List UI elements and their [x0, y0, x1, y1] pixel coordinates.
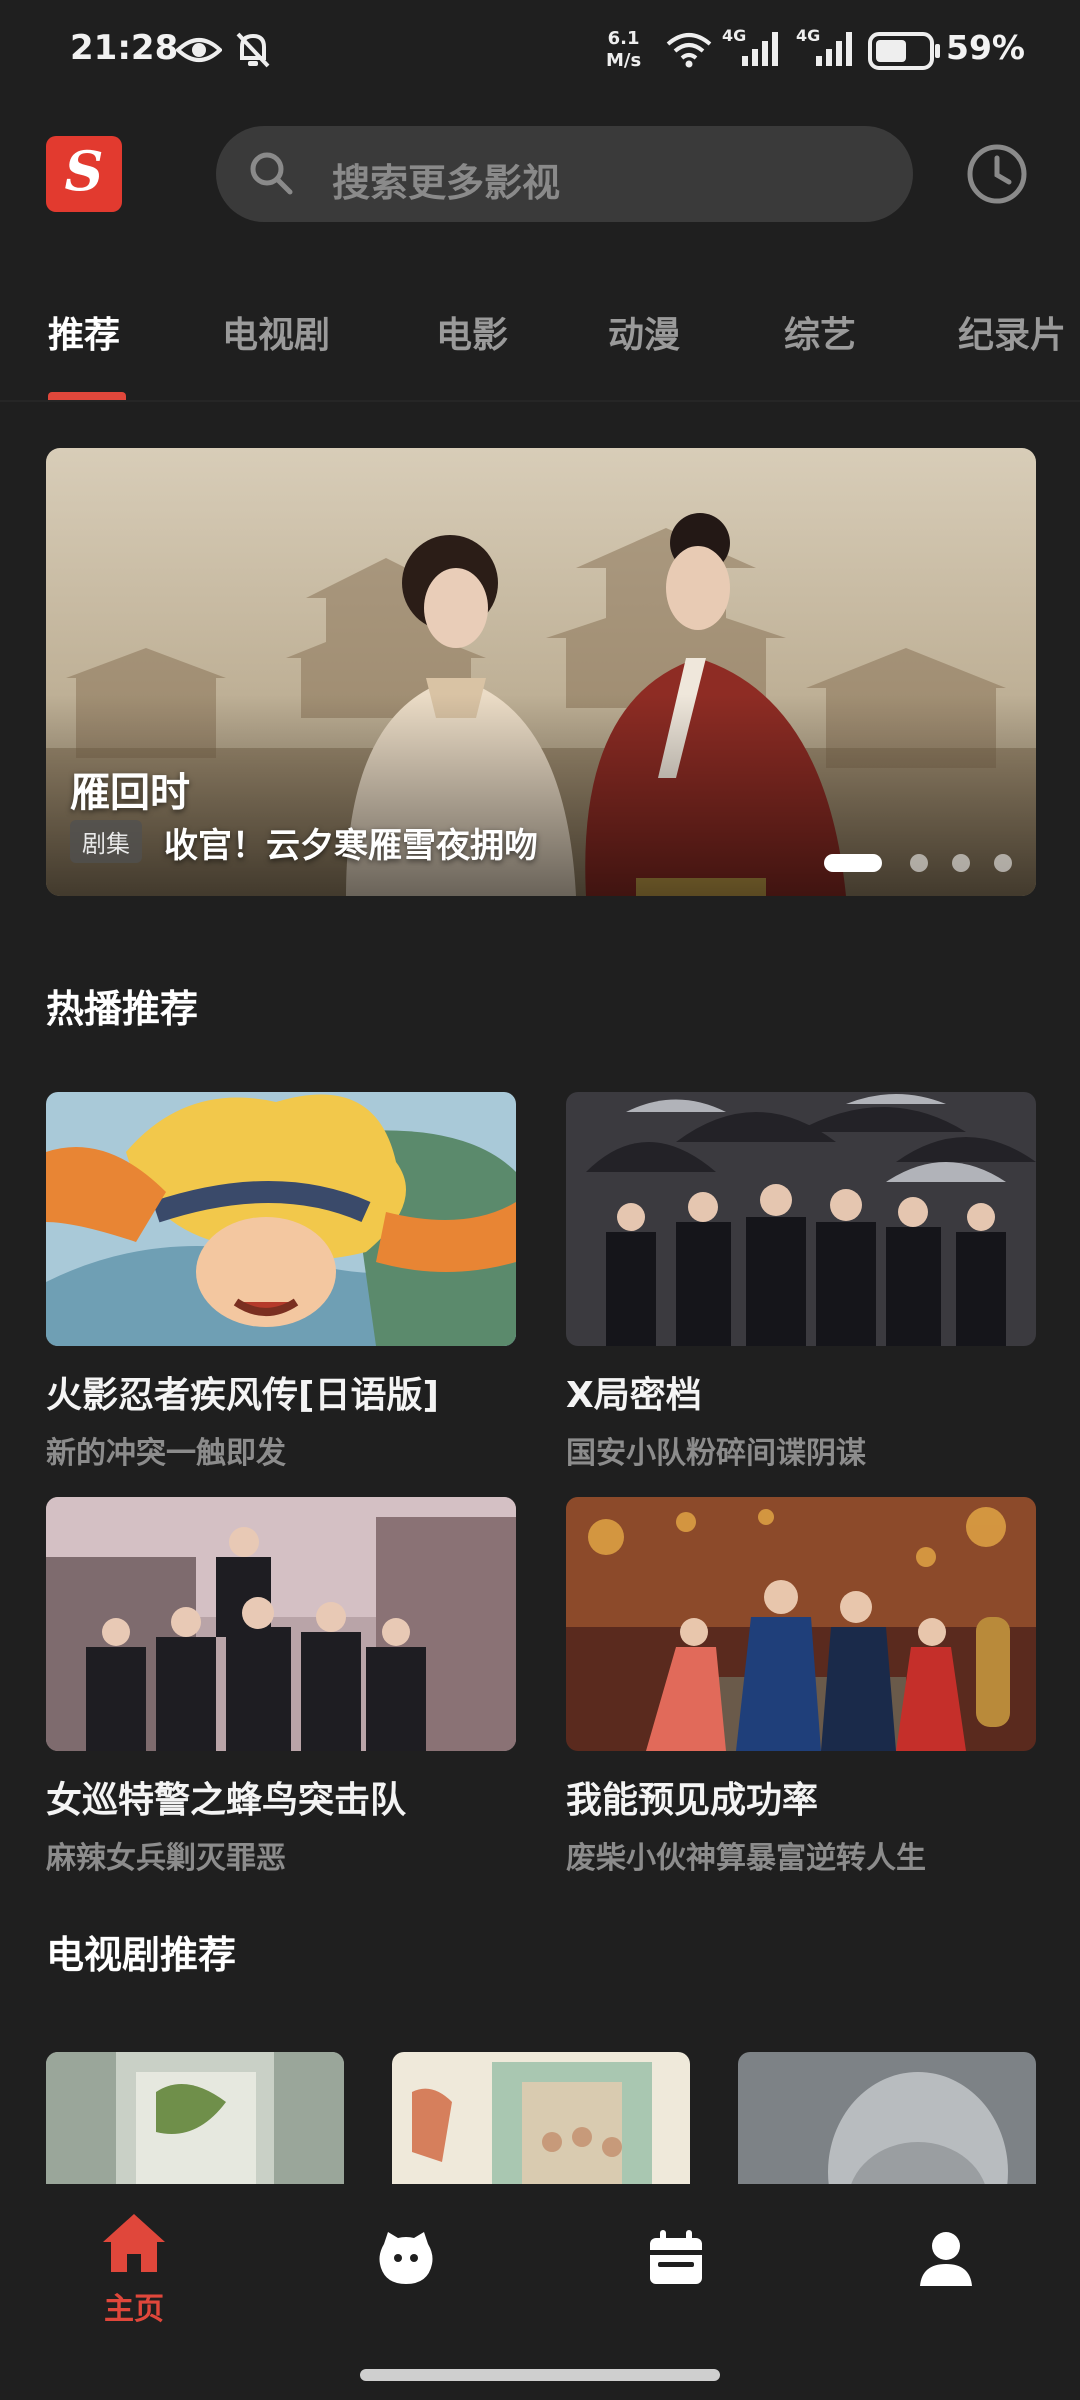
card-description: 废柴小伙神算暴富逆转人生: [566, 1841, 926, 1876]
card-description: 新的冲突一触即发: [46, 1436, 286, 1471]
hero-banner[interactable]: 雁回时 剧集 收官！云夕寒雁雪夜拥吻: [46, 448, 1036, 896]
nav-schedule[interactable]: [606, 2228, 746, 2292]
signal-2: 4G: [796, 26, 858, 70]
tab-documentary[interactable]: 纪录片: [958, 306, 1066, 358]
nav-home-label: 主页: [104, 2292, 164, 2327]
tab-tv-series[interactable]: 电视剧: [222, 306, 330, 358]
hot-card[interactable]: 女巡特警之蜂鸟突击队 麻辣女兵剿灭罪恶: [46, 1497, 516, 1877]
hot-card[interactable]: 我能预见成功率 废柴小伙神算暴富逆转人生: [566, 1497, 1036, 1877]
section-title-hot: 热播推荐: [46, 987, 199, 1031]
network-speed-unit: M/s: [606, 50, 642, 71]
network-speed: 6.1 M/s: [606, 28, 641, 72]
category-tabs: 推荐 电视剧 电影 动漫 综艺 纪录片: [0, 300, 1080, 400]
signal-1: 4G: [722, 26, 784, 70]
status-bar: 21:28 6.1 M/s 4G 4G 59%: [0, 0, 1080, 100]
bottom-navigation: 主页: [0, 2184, 1080, 2400]
card-description: 麻辣女兵剿灭罪恶: [46, 1841, 286, 1876]
app-root: 21:28 6.1 M/s 4G 4G 59% S 搜索更多影视 推荐 电视剧 …: [0, 0, 1080, 2400]
card-title: 女巡特警之蜂鸟突击队: [46, 1780, 407, 1821]
banner-pagination: [824, 854, 1024, 874]
cat-face-icon: [379, 2232, 433, 2284]
tv-card[interactable]: [46, 2052, 344, 2186]
banner-tag: 剧集: [70, 820, 142, 863]
tabs-divider: [0, 400, 1080, 402]
tab-variety[interactable]: 综艺: [784, 306, 856, 358]
network-speed-value: 6.1: [607, 28, 640, 49]
card-thumbnail: [566, 1497, 1036, 1751]
battery-percent: 59%: [946, 28, 1025, 67]
mute-bell-icon: [236, 32, 270, 68]
pagination-dot[interactable]: [952, 854, 970, 872]
pagination-dot[interactable]: [994, 854, 1012, 872]
nav-profile[interactable]: [876, 2228, 1016, 2292]
profile-icon: [920, 2232, 972, 2286]
card-title: X局密档: [566, 1375, 702, 1416]
card-thumbnail: [46, 1092, 516, 1346]
search-placeholder: 搜索更多影视: [332, 161, 561, 205]
section-title-tv: 电视剧推荐: [46, 1933, 237, 1977]
tab-recommend[interactable]: 推荐: [48, 306, 120, 358]
home-indicator-bar[interactable]: [360, 2369, 720, 2381]
signal-bars-icon: [816, 32, 852, 66]
nav-home[interactable]: 主页: [64, 2210, 204, 2328]
calendar-icon: [650, 2230, 702, 2284]
card-title: 火影忍者疾风传[日语版]: [46, 1375, 439, 1416]
card-description: 国安小队粉碎间谍阴谋: [566, 1436, 866, 1471]
signal-bars-icon: [742, 32, 778, 66]
status-time: 21:28: [70, 28, 179, 68]
tv-card[interactable]: [738, 2052, 1036, 2186]
tv-card-thumbnail: [46, 2052, 344, 2186]
active-tab-indicator: [48, 392, 126, 400]
tv-card-thumbnail: [738, 2052, 1036, 2186]
pagination-dot[interactable]: [910, 854, 928, 872]
card-thumbnail: [46, 1497, 516, 1751]
search-input[interactable]: 搜索更多影视: [216, 126, 913, 222]
app-logo[interactable]: S: [46, 136, 122, 212]
battery-icon: [868, 32, 940, 70]
card-title: 我能预见成功率: [566, 1780, 819, 1821]
banner-subtitle: 收官！云夕寒雁雪夜拥吻: [164, 826, 538, 866]
eye-icon: [176, 38, 222, 62]
banner-title: 雁回时: [70, 770, 190, 816]
tv-card-thumbnail: [392, 2052, 690, 2186]
tab-movies[interactable]: 电影: [436, 306, 508, 358]
tv-card[interactable]: [392, 2052, 690, 2186]
nav-discover[interactable]: [336, 2228, 476, 2292]
home-icon: [103, 2214, 165, 2272]
history-clock-icon[interactable]: [965, 142, 1029, 206]
tab-anime[interactable]: 动漫: [608, 306, 680, 358]
app-logo-letter: S: [64, 139, 104, 203]
wifi-icon: [666, 33, 712, 68]
hot-card[interactable]: X局密档 国安小队粉碎间谍阴谋: [566, 1092, 1036, 1472]
search-icon: [250, 152, 293, 195]
pagination-dot-active[interactable]: [824, 854, 882, 872]
card-thumbnail: [566, 1092, 1036, 1346]
hot-card[interactable]: 火影忍者疾风传[日语版] 新的冲突一触即发: [46, 1092, 516, 1472]
